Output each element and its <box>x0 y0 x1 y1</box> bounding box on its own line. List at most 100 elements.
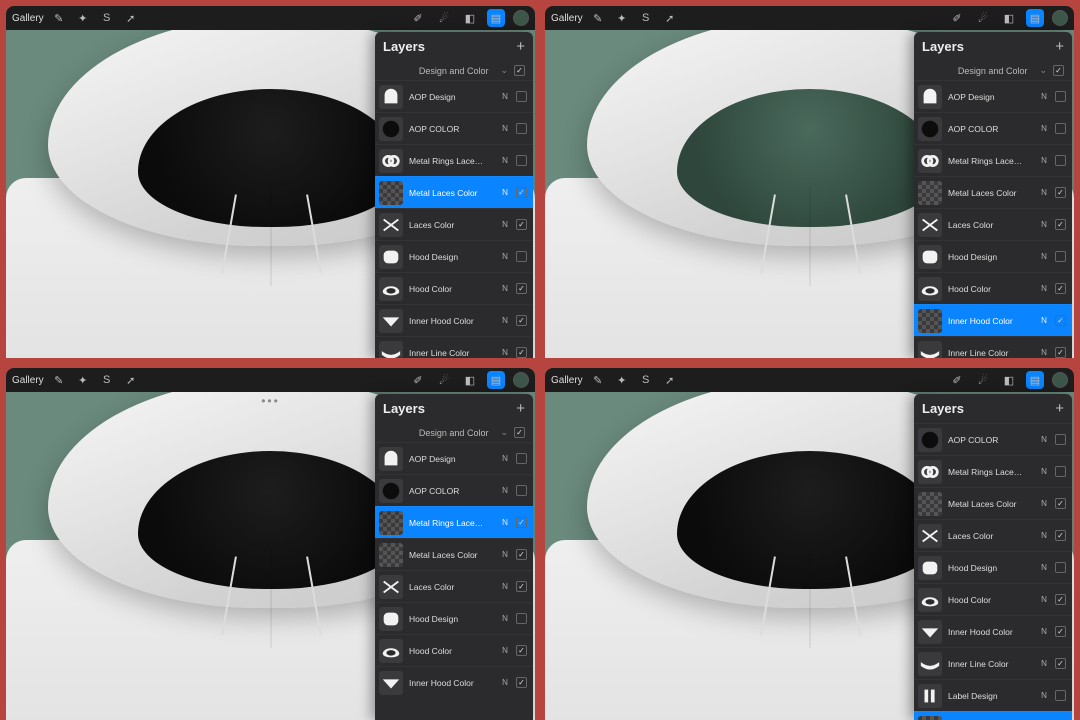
layer-row[interactable]: Inner Line ColorN✓ <box>914 336 1072 358</box>
blend-mode-label[interactable]: N <box>1039 316 1049 325</box>
add-layer-button[interactable]: + <box>516 38 525 55</box>
layers-icon[interactable]: ▤ <box>487 371 505 389</box>
brush-icon[interactable]: ✐ <box>948 9 966 27</box>
layer-row[interactable]: Hood DesignN <box>375 240 533 272</box>
wrench-icon[interactable]: ✎ <box>589 371 607 389</box>
blend-mode-label[interactable]: N <box>500 348 510 357</box>
layers-icon[interactable]: ▤ <box>1026 371 1044 389</box>
group-visibility-checkbox[interactable]: ✓ <box>514 65 525 76</box>
chevron-down-icon[interactable]: ⌄ <box>500 427 508 438</box>
blend-mode-label[interactable]: N <box>1039 659 1049 668</box>
color-swatch[interactable] <box>1052 10 1068 26</box>
layer-row[interactable]: AOP COLORN <box>375 474 533 506</box>
layer-row[interactable]: AOP DesignN <box>914 80 1072 112</box>
layer-visibility-checkbox[interactable]: ✓ <box>516 645 527 656</box>
blend-mode-label[interactable]: N <box>500 646 510 655</box>
blend-mode-label[interactable]: N <box>500 518 510 527</box>
layer-row[interactable]: Inner Hood ColorN✓ <box>914 304 1072 336</box>
arrow-icon[interactable]: ➚ <box>661 9 679 27</box>
smudge-icon[interactable]: ☄ <box>435 9 453 27</box>
layer-visibility-checkbox[interactable]: ✓ <box>1055 498 1066 509</box>
layer-visibility-checkbox[interactable]: ✓ <box>516 283 527 294</box>
layer-visibility-checkbox[interactable] <box>1055 434 1066 445</box>
blend-mode-label[interactable]: N <box>1039 92 1049 101</box>
layer-row[interactable]: Laces ColorN✓ <box>375 570 533 602</box>
layer-row[interactable]: Metal Laces ColorN✓ <box>375 176 533 208</box>
layer-row[interactable]: Inner Hood ColorN✓ <box>375 304 533 336</box>
blend-mode-label[interactable]: N <box>500 486 510 495</box>
layer-row[interactable]: AOP COLORN <box>914 112 1072 144</box>
gallery-button[interactable]: Gallery <box>551 13 583 24</box>
smudge-icon[interactable]: ☄ <box>974 371 992 389</box>
gallery-button[interactable]: Gallery <box>12 375 44 386</box>
layer-row[interactable]: Laces ColorN✓ <box>914 519 1072 551</box>
blend-mode-label[interactable]: N <box>1039 627 1049 636</box>
layer-visibility-checkbox[interactable] <box>1055 91 1066 102</box>
layer-visibility-checkbox[interactable] <box>516 123 527 134</box>
layer-row[interactable]: Label colorN✓ <box>914 711 1072 720</box>
layer-row[interactable]: Laces ColorN✓ <box>375 208 533 240</box>
layer-visibility-checkbox[interactable]: ✓ <box>516 347 527 358</box>
wrench-icon[interactable]: ✎ <box>589 9 607 27</box>
blend-mode-label[interactable]: N <box>1039 563 1049 572</box>
layer-row[interactable]: Hood DesignN <box>375 602 533 634</box>
layer-row[interactable]: Metal Rings Lace…N <box>914 455 1072 487</box>
blend-mode-label[interactable]: N <box>1039 124 1049 133</box>
layer-visibility-checkbox[interactable]: ✓ <box>1055 530 1066 541</box>
layer-visibility-checkbox[interactable] <box>1055 690 1066 701</box>
layer-visibility-checkbox[interactable]: ✓ <box>516 219 527 230</box>
layer-visibility-checkbox[interactable] <box>1055 466 1066 477</box>
blend-mode-label[interactable]: N <box>1039 499 1049 508</box>
layer-visibility-checkbox[interactable]: ✓ <box>516 677 527 688</box>
blend-mode-label[interactable]: N <box>1039 595 1049 604</box>
blend-mode-label[interactable]: N <box>500 614 510 623</box>
layer-row[interactable]: Metal Laces ColorN✓ <box>914 176 1072 208</box>
layer-visibility-checkbox[interactable] <box>1055 562 1066 573</box>
layer-visibility-checkbox[interactable] <box>1055 123 1066 134</box>
layer-visibility-checkbox[interactable] <box>516 155 527 166</box>
layer-row[interactable]: Hood ColorN✓ <box>914 272 1072 304</box>
layers-icon[interactable]: ▤ <box>487 9 505 27</box>
blend-mode-label[interactable]: N <box>500 220 510 229</box>
blend-mode-label[interactable]: N <box>500 252 510 261</box>
brush-icon[interactable]: ✐ <box>948 371 966 389</box>
blend-mode-label[interactable]: N <box>1039 252 1049 261</box>
layer-visibility-checkbox[interactable] <box>516 485 527 496</box>
layer-visibility-checkbox[interactable] <box>516 91 527 102</box>
layer-row[interactable]: AOP COLORN <box>914 423 1072 455</box>
layer-visibility-checkbox[interactable]: ✓ <box>1055 626 1066 637</box>
layer-visibility-checkbox[interactable]: ✓ <box>1055 219 1066 230</box>
arrow-icon[interactable]: ➚ <box>122 9 140 27</box>
layer-row[interactable]: Hood DesignN <box>914 240 1072 272</box>
layer-visibility-checkbox[interactable]: ✓ <box>1055 283 1066 294</box>
blend-mode-label[interactable]: N <box>1039 156 1049 165</box>
s-tool-icon[interactable]: S <box>98 9 116 27</box>
blend-mode-label[interactable]: N <box>500 582 510 591</box>
blend-mode-label[interactable]: N <box>500 188 510 197</box>
blend-mode-label[interactable]: N <box>500 284 510 293</box>
layer-group-header[interactable]: Design and Color⌄✓ <box>914 61 1072 80</box>
eraser-icon[interactable]: ◧ <box>1000 9 1018 27</box>
layer-row[interactable]: Metal Rings Lace…N <box>375 144 533 176</box>
layer-row[interactable]: AOP DesignN <box>375 442 533 474</box>
s-tool-icon[interactable]: S <box>637 9 655 27</box>
layer-visibility-checkbox[interactable]: ✓ <box>516 187 527 198</box>
add-layer-button[interactable]: + <box>1055 400 1064 417</box>
layer-visibility-checkbox[interactable] <box>1055 251 1066 262</box>
arrow-icon[interactable]: ➚ <box>122 371 140 389</box>
arrow-icon[interactable]: ➚ <box>661 371 679 389</box>
wand-icon[interactable]: ✦ <box>74 9 92 27</box>
layer-row[interactable]: Inner Line ColorN✓ <box>914 647 1072 679</box>
blend-mode-label[interactable]: N <box>500 550 510 559</box>
smudge-icon[interactable]: ☄ <box>974 9 992 27</box>
layer-visibility-checkbox[interactable] <box>1055 155 1066 166</box>
layer-row[interactable]: Laces ColorN✓ <box>914 208 1072 240</box>
smudge-icon[interactable]: ☄ <box>435 371 453 389</box>
layer-group-header[interactable]: Design and Color⌄✓ <box>375 423 533 442</box>
brush-icon[interactable]: ✐ <box>409 371 427 389</box>
blend-mode-label[interactable]: N <box>500 678 510 687</box>
blend-mode-label[interactable]: N <box>1039 691 1049 700</box>
eraser-icon[interactable]: ◧ <box>1000 371 1018 389</box>
gallery-button[interactable]: Gallery <box>12 13 44 24</box>
gallery-button[interactable]: Gallery <box>551 375 583 386</box>
